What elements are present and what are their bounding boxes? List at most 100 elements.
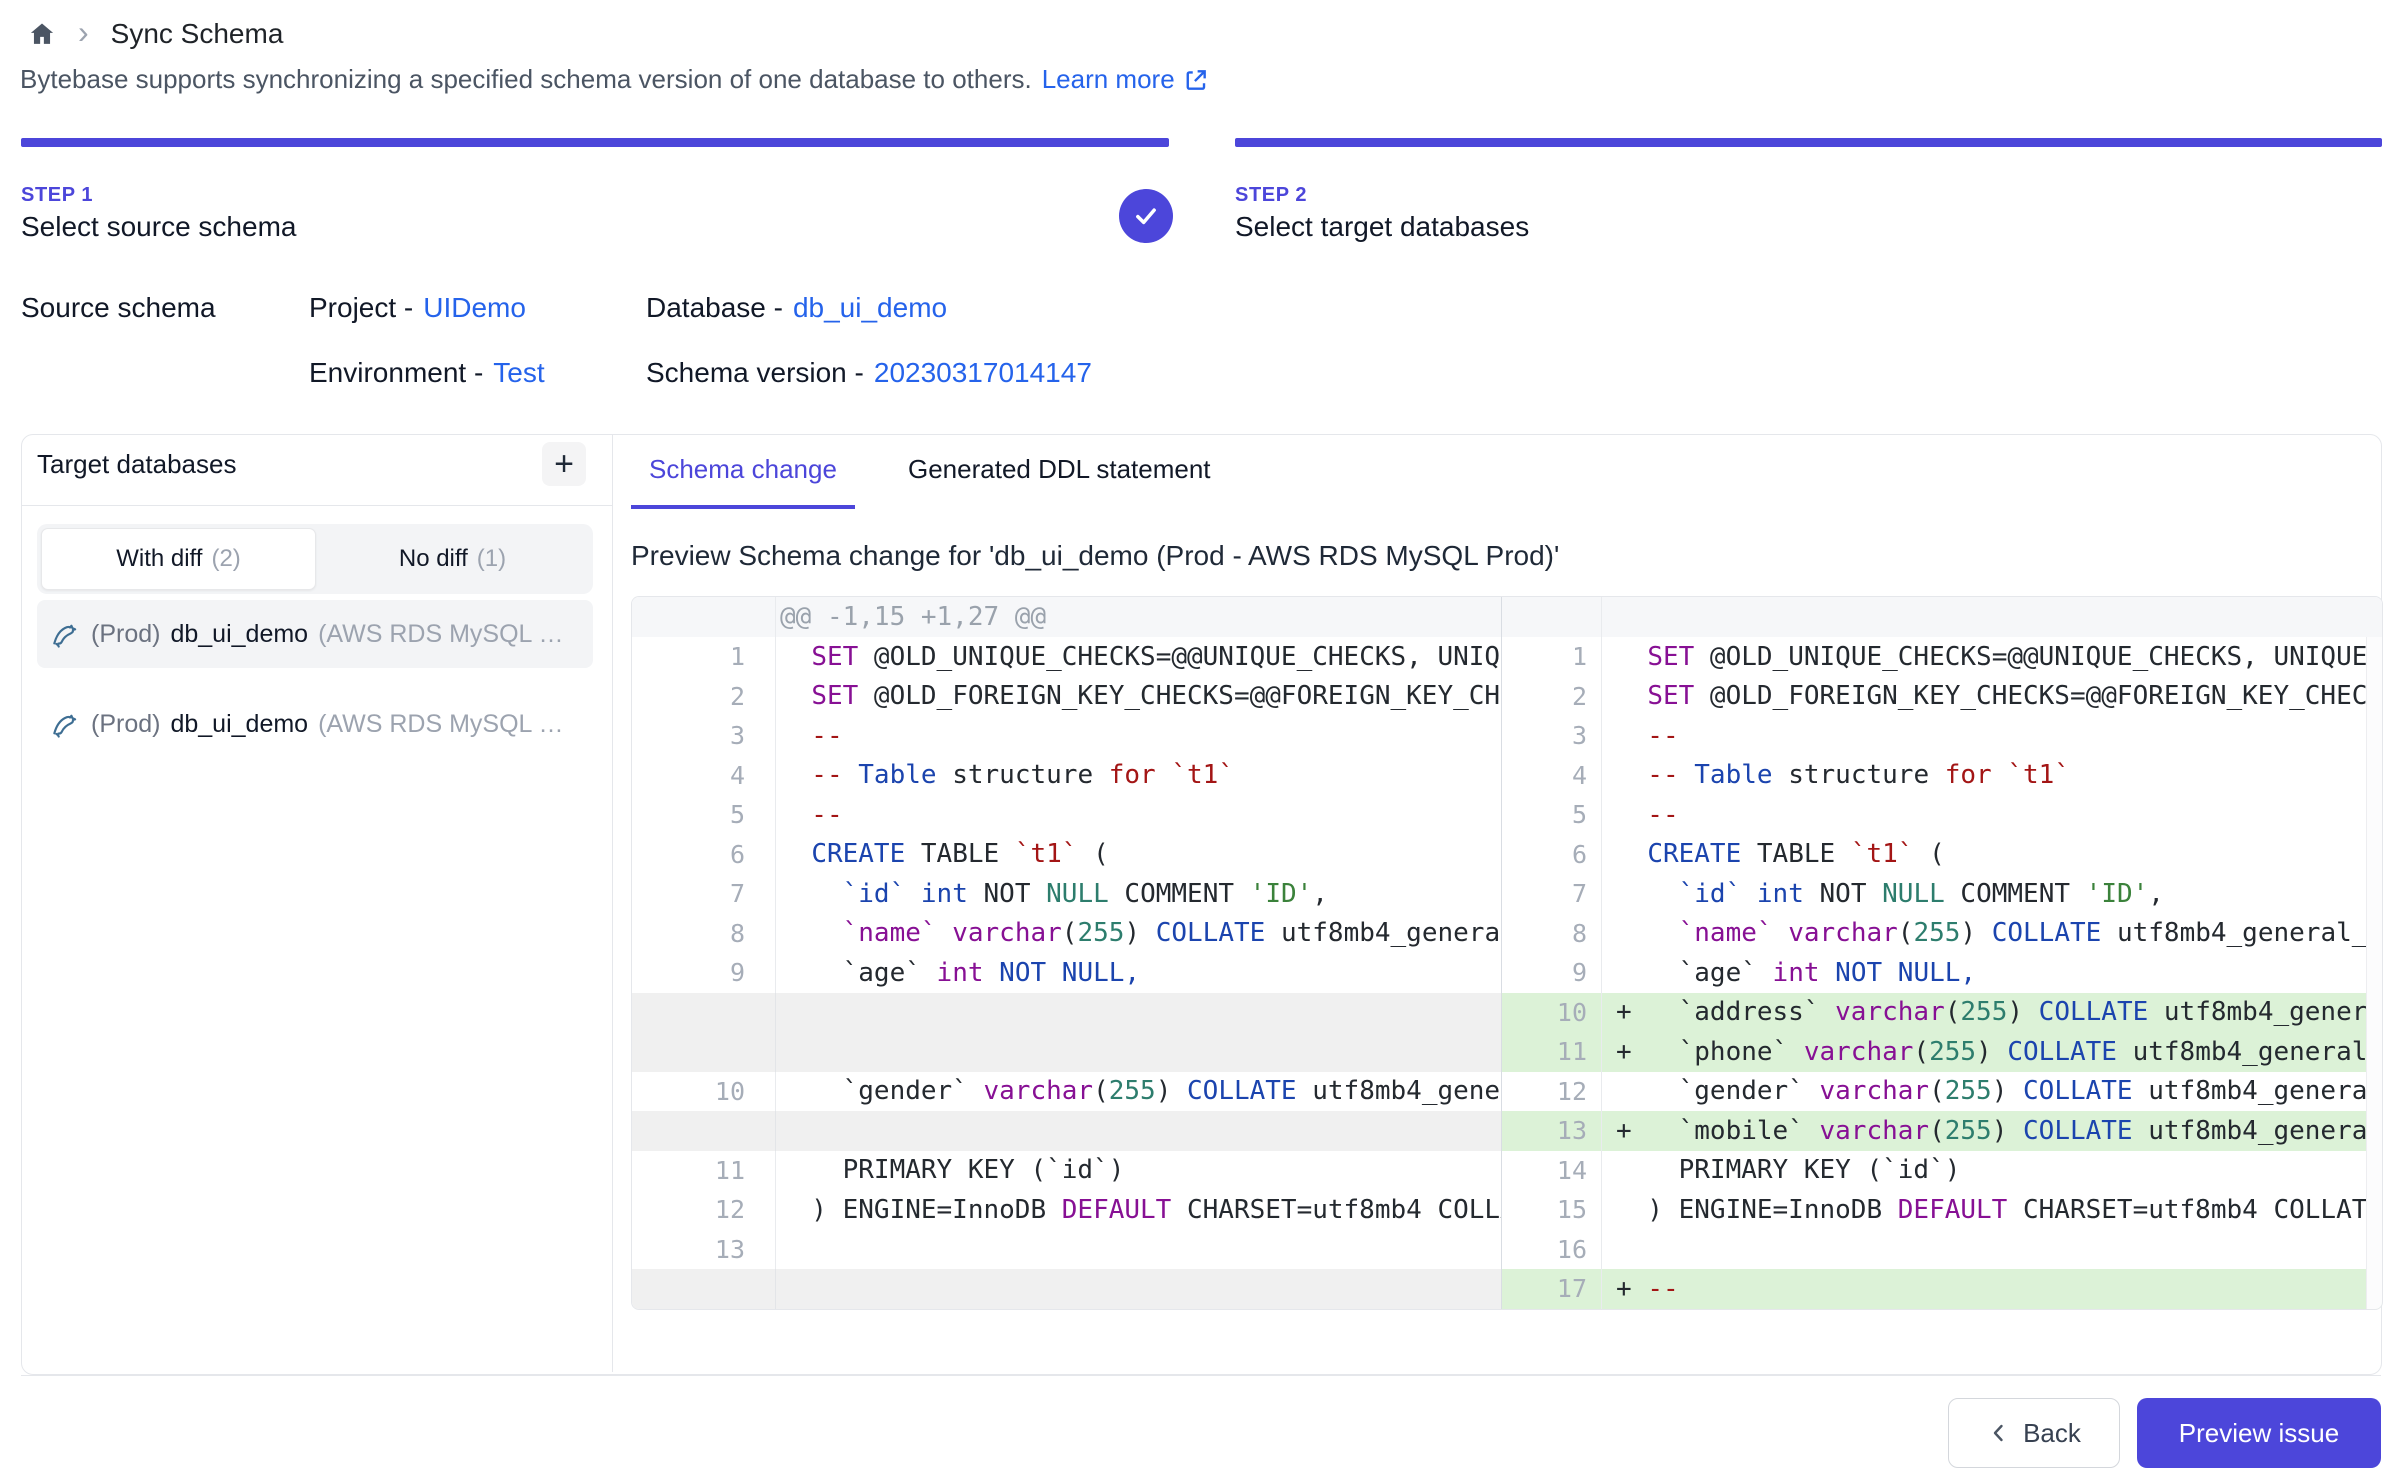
schema-diff-editor[interactable]: @@ -1,15 +1,27 @@1 SET @OLD_UNIQUE_CHECK… <box>631 596 2383 1310</box>
code-line: `id` int NOT NULL COMMENT 'ID', <box>776 874 1501 914</box>
diff-row: 6 CREATE TABLE `t1` ( <box>632 835 1501 875</box>
line-number <box>632 1111 776 1151</box>
with-diff-count: (2) <box>211 545 240 573</box>
code-line: ) ENGINE=InnoDB DEFAULT CHARSET=utf8mb4 … <box>1602 1190 2382 1230</box>
source-schema-version-field: Schema version -20230317014147 <box>646 357 1092 389</box>
code-line <box>776 993 1501 1033</box>
diff-row: 3 -- <box>632 716 1501 756</box>
tab-no-diff[interactable]: No diff (1) <box>316 528 589 590</box>
code-line: `age` int NOT NULL, <box>776 953 1501 993</box>
db-instance: (AWS RDS MySQL Prod) <box>318 710 568 739</box>
learn-more-link[interactable]: Learn more <box>1042 64 1209 95</box>
tab-generated-ddl[interactable]: Generated DDL statement <box>890 434 1229 505</box>
project-link[interactable]: UIDemo <box>423 292 526 323</box>
step2-label: STEP 2 <box>1235 184 1307 207</box>
preview-heading: Preview Schema change for 'db_ui_demo (P… <box>631 540 1559 572</box>
line-number: 4 <box>632 756 776 796</box>
code-line: `name` varchar(255) COLLATE utf8mb4_gene… <box>1602 914 2382 954</box>
page-title: Sync Schema <box>111 18 284 50</box>
page-description: Bytebase supports synchronizing a specif… <box>20 64 1209 95</box>
diff-placeholder-row <box>632 1111 1501 1151</box>
diff-row: 9 `age` int NOT NULL, <box>1502 953 2382 993</box>
diff-row: @@ -1,15 +1,27 @@ <box>632 597 1501 637</box>
line-number: 1 <box>632 637 776 677</box>
source-project-field: Project -UIDemo <box>309 292 526 324</box>
diff-row: 8 `name` varchar(255) COLLATE utf8mb4_ge… <box>632 914 1501 954</box>
target-database-item[interactable]: (Prod) db_ui_demo (AWS RDS MySQL Prod) <box>37 600 593 668</box>
mysql-icon <box>49 708 81 740</box>
step1-label: STEP 1 <box>21 184 93 207</box>
diff-row: 6 CREATE TABLE `t1` ( <box>1502 835 2382 875</box>
breadcrumb: › Sync Schema <box>28 12 283 56</box>
description-text: Bytebase supports synchronizing a specif… <box>20 64 1032 95</box>
left-panel-divider <box>22 505 612 506</box>
diff-row: 9 `age` int NOT NULL, <box>632 953 1501 993</box>
line-number: 1 <box>1502 637 1602 677</box>
panel-divider <box>612 435 613 1372</box>
line-number: 11 <box>632 1151 776 1191</box>
diff-row: 4 -- Table structure for `t1` <box>632 756 1501 796</box>
code-line <box>776 1230 1501 1270</box>
code-line: `gender` varchar(255) COLLATE utf8mb4_ge… <box>1602 1072 2382 1112</box>
line-number: 7 <box>1502 874 1602 914</box>
diff-row: 8 `name` varchar(255) COLLATE utf8mb4_ge… <box>1502 914 2382 954</box>
line-number: 12 <box>632 1190 776 1230</box>
line-number: 15 <box>1502 1190 1602 1230</box>
diff-placeholder-row <box>632 1032 1501 1072</box>
code-line: -- Table structure for `t1` <box>776 756 1501 796</box>
home-icon[interactable] <box>28 20 56 48</box>
line-number: 13 <box>1502 1111 1602 1151</box>
diff-row: 14 PRIMARY KEY (`id`) <box>1502 1151 2382 1191</box>
source-schema-label: Source schema <box>21 292 216 324</box>
sync-schema-page: › Sync Schema Bytebase supports synchron… <box>0 0 2396 1480</box>
diff-row: 5 -- <box>632 795 1501 835</box>
tab-with-diff[interactable]: With diff (2) <box>41 528 316 590</box>
diff-row: 7 `id` int NOT NULL COMMENT 'ID', <box>632 874 1501 914</box>
step2-progress-bar <box>1235 138 2382 147</box>
line-number <box>632 597 776 637</box>
add-target-database-button[interactable]: + <box>542 442 586 486</box>
code-line: SET @OLD_UNIQUE_CHECKS=@@UNIQUE_CHECKS, … <box>1602 637 2382 677</box>
diff-row: 12 ) ENGINE=InnoDB DEFAULT CHARSET=utf8m… <box>632 1190 1501 1230</box>
diff-row <box>1502 597 2382 637</box>
line-number: 5 <box>632 795 776 835</box>
step1-title: Select source schema <box>21 211 296 243</box>
diff-row: 2 SET @OLD_FOREIGN_KEY_CHECKS=@@FOREIGN_… <box>632 677 1501 717</box>
line-number <box>632 993 776 1033</box>
code-line: + `phone` varchar(255) COLLATE utf8mb4_g… <box>1602 1032 2382 1072</box>
code-line: @@ -1,15 +1,27 @@ <box>776 597 1501 637</box>
code-line: PRIMARY KEY (`id`) <box>1602 1151 2382 1191</box>
diff-vertical-scrollbar[interactable] <box>2366 637 2382 1309</box>
back-button[interactable]: Back <box>1948 1398 2120 1468</box>
line-number: 13 <box>632 1230 776 1270</box>
diff-row: 12 `gender` varchar(255) COLLATE utf8mb4… <box>1502 1072 2382 1112</box>
code-line: SET @OLD_UNIQUE_CHECKS=@@UNIQUE_CHECKS, … <box>776 637 1501 677</box>
line-number: 2 <box>1502 677 1602 717</box>
code-line: -- <box>776 716 1501 756</box>
line-number: 3 <box>1502 716 1602 756</box>
schema-version-link[interactable]: 20230317014147 <box>874 357 1092 388</box>
diff-pane-original: @@ -1,15 +1,27 @@1 SET @OLD_UNIQUE_CHECK… <box>632 597 1501 1309</box>
footer-divider <box>21 1375 2381 1376</box>
diff-row: 10+ `address` varchar(255) COLLATE utf8m… <box>1502 993 2382 1033</box>
line-number: 5 <box>1502 795 1602 835</box>
line-number: 8 <box>632 914 776 954</box>
diff-row: 1 SET @OLD_UNIQUE_CHECKS=@@UNIQUE_CHECKS… <box>1502 637 2382 677</box>
preview-issue-button[interactable]: Preview issue <box>2137 1398 2381 1468</box>
environment-link[interactable]: Test <box>493 357 544 388</box>
breadcrumb-separator: › <box>78 16 89 48</box>
diff-row: 10 `gender` varchar(255) COLLATE utf8mb4… <box>632 1072 1501 1112</box>
line-number: 11 <box>1502 1032 1602 1072</box>
tab-schema-change[interactable]: Schema change <box>631 434 855 509</box>
code-line: `age` int NOT NULL, <box>1602 953 2382 993</box>
code-line: `id` int NOT NULL COMMENT 'ID', <box>1602 874 2382 914</box>
external-link-icon[interactable] <box>1183 67 1209 93</box>
target-database-item[interactable]: (Prod) db_ui_demo (AWS RDS MySQL Prod) <box>37 690 593 758</box>
code-line: -- Table structure for `t1` <box>1602 756 2382 796</box>
database-link[interactable]: db_ui_demo <box>793 292 947 323</box>
line-number: 14 <box>1502 1151 1602 1191</box>
diff-pane-modified: 1 SET @OLD_UNIQUE_CHECKS=@@UNIQUE_CHECKS… <box>1501 597 2382 1309</box>
diff-row: 5 -- <box>1502 795 2382 835</box>
code-line <box>1602 597 2382 637</box>
code-line: CREATE TABLE `t1` ( <box>776 835 1501 875</box>
